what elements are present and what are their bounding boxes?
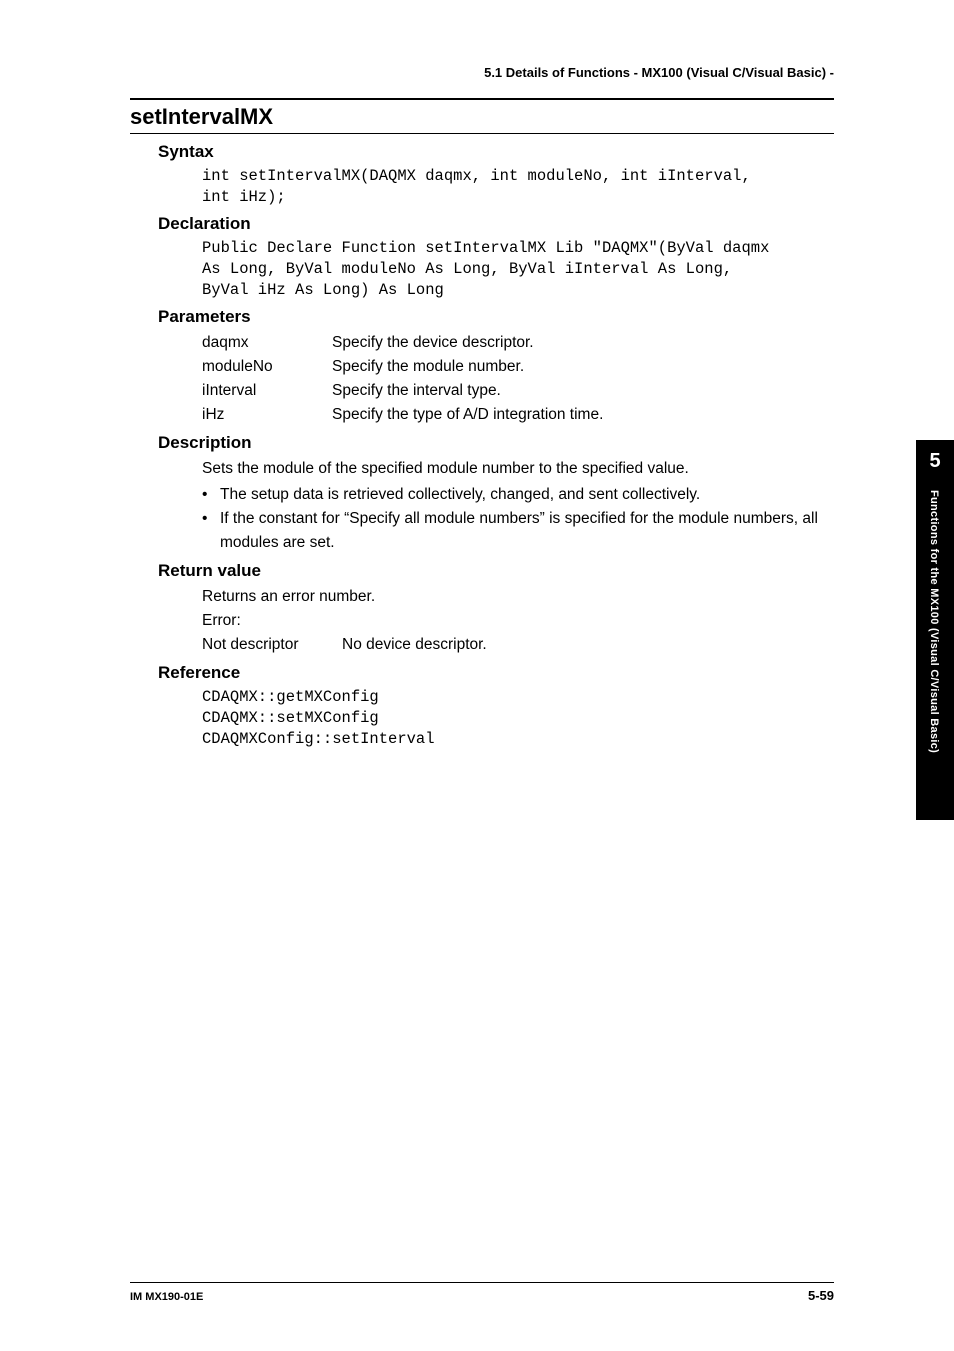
error-name: Not descriptor (202, 633, 342, 657)
heading-description: Description (158, 433, 834, 453)
param-name: iHz (202, 403, 332, 427)
bullet-icon: • (202, 507, 220, 555)
list-item: • If the constant for “Specify all modul… (202, 507, 834, 555)
heading-declaration: Declaration (158, 214, 834, 234)
divider (130, 133, 834, 134)
code-reference: CDAQMX::getMXConfig CDAQMX::setMXConfig … (202, 687, 834, 750)
parameters-table: daqmx Specify the device descriptor. mod… (202, 331, 834, 427)
param-desc: Specify the device descriptor. (332, 331, 834, 355)
footer-divider (130, 1282, 834, 1283)
table-row: iInterval Specify the interval type. (202, 379, 834, 403)
param-name: daqmx (202, 331, 332, 355)
chapter-number: 5 (916, 450, 954, 473)
list-item: • The setup data is retrieved collective… (202, 483, 834, 507)
bullet-text: The setup data is retrieved collectively… (220, 483, 834, 507)
sidebar-label: Functions for the MX100 (Visual C/Visual… (928, 490, 940, 753)
footer-page-number: 5-59 (808, 1288, 834, 1303)
bullet-text: If the constant for “Specify all module … (220, 507, 834, 555)
table-row: moduleNo Specify the module number. (202, 355, 834, 379)
code-declaration: Public Declare Function setIntervalMX Li… (202, 238, 834, 301)
heading-parameters: Parameters (158, 307, 834, 327)
heading-reference: Reference (158, 663, 834, 683)
page-title: setIntervalMX (130, 104, 834, 130)
param-desc: Specify the module number. (332, 355, 834, 379)
error-row: Not descriptor No device descriptor. (202, 633, 834, 657)
running-header: 5.1 Details of Functions - MX100 (Visual… (484, 65, 834, 80)
code-syntax: int setIntervalMX(DAQMX daqmx, int modul… (202, 166, 834, 208)
return-line1: Returns an error number. (202, 585, 834, 609)
param-desc: Specify the interval type. (332, 379, 834, 403)
heading-return-value: Return value (158, 561, 834, 581)
description-bullets: • The setup data is retrieved collective… (202, 483, 834, 555)
param-name: iInterval (202, 379, 332, 403)
divider (130, 98, 834, 100)
chapter-sidebar: 5 Functions for the MX100 (Visual C/Visu… (916, 440, 954, 820)
bullet-icon: • (202, 483, 220, 507)
table-row: iHz Specify the type of A/D integration … (202, 403, 834, 427)
heading-syntax: Syntax (158, 142, 834, 162)
table-row: daqmx Specify the device descriptor. (202, 331, 834, 355)
error-desc: No device descriptor. (342, 633, 487, 657)
description-intro: Sets the module of the specified module … (202, 457, 834, 481)
param-name: moduleNo (202, 355, 332, 379)
footer-doc-id: IM MX190-01E (130, 1291, 203, 1303)
return-line2: Error: (202, 609, 834, 633)
param-desc: Specify the type of A/D integration time… (332, 403, 834, 427)
